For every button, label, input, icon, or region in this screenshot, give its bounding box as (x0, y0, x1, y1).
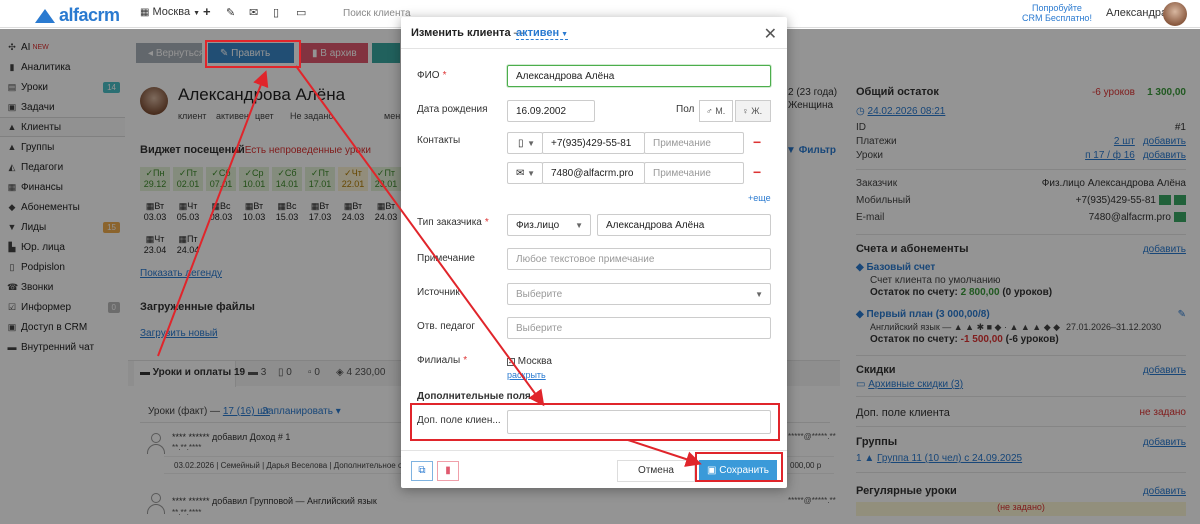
source-label: Источник (417, 287, 460, 298)
customer-type-label: Тип заказчика * (417, 217, 489, 228)
phone-icon[interactable]: ▯ (273, 6, 279, 19)
contacts-label: Контакты (417, 135, 461, 146)
annotation-box-extra-field (410, 403, 780, 441)
email-input[interactable]: 7480@alfacrm.pro (542, 162, 645, 184)
fio-label: ФИО * (417, 70, 447, 81)
building-icon: ▦ (140, 7, 150, 18)
cancel-button[interactable]: Отмена (617, 460, 695, 482)
chevron-down-icon: ▼ (193, 10, 201, 17)
close-icon[interactable]: ✕ (764, 24, 777, 44)
note-textarea[interactable]: Любое текстовое примечание (507, 248, 771, 270)
email-type-select[interactable]: ✉ ▼ (507, 162, 543, 184)
chevron-down-icon: ▼ (559, 31, 569, 38)
expand-branches-link[interactable]: раскрыть (507, 370, 546, 380)
remove-email-icon[interactable]: − (753, 164, 761, 180)
teacher-select[interactable]: Выберите (507, 317, 771, 339)
note-label: Примечание (417, 253, 475, 264)
cart-icon[interactable]: ▭ (296, 6, 306, 19)
phone-input[interactable]: +7(935)429-55-81 (542, 132, 645, 154)
female-icon: ♀ (742, 106, 749, 116)
logo[interactable]: alfacrm (35, 5, 120, 26)
phone-note-input[interactable]: Примечание (644, 132, 744, 154)
logo-icon (35, 8, 55, 23)
mail-icon: ✉ (516, 167, 525, 179)
mail-icon[interactable]: ✉ (249, 6, 258, 19)
logo-text: alfacrm (59, 5, 120, 25)
user-name[interactable]: Александра (1106, 7, 1167, 19)
remove-phone-icon[interactable]: − (753, 134, 761, 150)
copy-icon[interactable]: ⧉ (411, 461, 433, 481)
birth-label: Дата рождения (417, 104, 488, 115)
sex-label: Пол (676, 104, 695, 115)
mobile-icon: ▯ (518, 137, 524, 149)
email-note-input[interactable]: Примечание (644, 162, 744, 184)
wrench-icon[interactable]: ✎ (226, 6, 235, 19)
user-avatar[interactable] (1163, 2, 1187, 26)
male-icon: ♂ (706, 106, 713, 116)
status-dropdown[interactable]: активен ▼ (516, 27, 569, 40)
branches-label: Филиалы * (417, 355, 468, 366)
customer-type-select[interactable]: Физ.лицо ▼ (507, 214, 591, 236)
phone-type-select[interactable]: ▯ ▼ (507, 132, 543, 154)
sex-male-button[interactable]: ♂ М. (699, 100, 733, 122)
teacher-label: Отв. педагог (417, 321, 476, 332)
add-contact-link[interactable]: +еще (748, 193, 771, 203)
fio-input[interactable]: Александрова Алёна (507, 65, 771, 87)
birth-date-input[interactable]: 16.09.2002 (507, 100, 595, 122)
delete-icon[interactable]: ▮ (437, 461, 459, 481)
modal-title: Изменить клиента — (411, 27, 525, 39)
customer-name-input[interactable]: Александрова Алёна (597, 214, 771, 236)
city-selector[interactable]: ▦ Москва ▼ (140, 6, 200, 18)
source-select[interactable]: Выберите ▼ (507, 283, 771, 305)
branch-checkbox[interactable]: ✓ Москва (507, 356, 552, 367)
extra-fields-title: Дополнительные поля (417, 391, 531, 402)
annotation-box-save (695, 452, 783, 482)
modal-header: Изменить клиента — активен ▼ ✕ (401, 17, 787, 49)
promo-link[interactable]: Попробуйте CRM Бесплатно! (1022, 3, 1092, 23)
add-icon[interactable]: + (203, 4, 211, 19)
annotation-box-edit (205, 40, 301, 68)
checkbox-checked-icon: ✓ (507, 358, 515, 366)
sex-female-button[interactable]: ♀ Ж. (735, 100, 771, 122)
